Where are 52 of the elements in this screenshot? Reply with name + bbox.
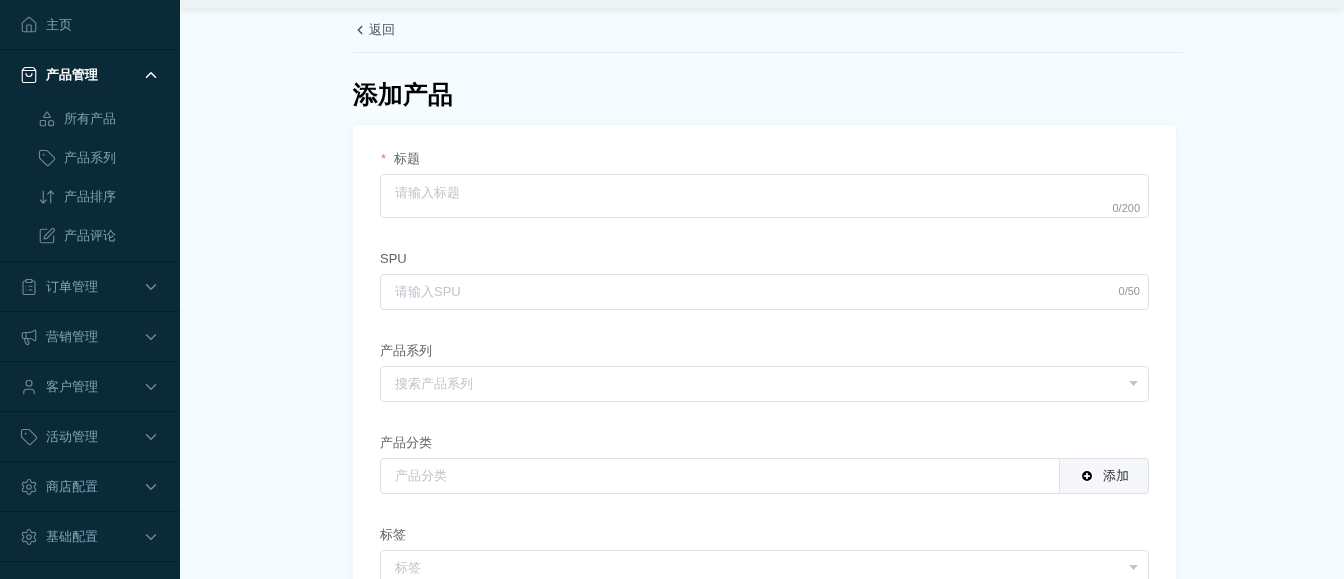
- required-mark: *: [380, 149, 387, 168]
- sidebar-item[interactable]: 主页: [0, 0, 180, 49]
- field-label: 产品系列: [380, 341, 432, 360]
- submenu-label: 产品系列: [64, 148, 116, 167]
- sidebar-item[interactable]: 订单管理: [0, 262, 180, 311]
- dropdown-caret-icon: [1129, 565, 1138, 570]
- plus-circle-icon: [1079, 468, 1094, 483]
- field-label: 标题: [394, 149, 421, 168]
- sidebar-label: 商店配置: [46, 477, 99, 496]
- settings-icon: [20, 477, 38, 496]
- bag-icon: [20, 65, 38, 84]
- settings-icon: [20, 527, 38, 546]
- input-field[interactable]: 请输入SPU 0/50: [380, 273, 1149, 310]
- sidebar-item[interactable]: 活动管理: [0, 412, 180, 461]
- field-label: 产品分类: [380, 433, 432, 452]
- tag-icon: [38, 148, 56, 167]
- submenu-item[interactable]: 产品系列: [0, 138, 180, 177]
- add-button[interactable]: 添加: [1060, 457, 1149, 494]
- edit-icon: [38, 226, 56, 245]
- user-icon: [20, 377, 38, 396]
- field-label: 标签: [380, 525, 406, 544]
- clipboard-icon: [20, 277, 38, 296]
- sidebar-label: 活动管理: [46, 427, 99, 446]
- char-counter: 0/50: [1118, 284, 1140, 300]
- submenu-item[interactable]: 产品排序: [0, 177, 180, 216]
- shapes-icon: [38, 109, 56, 128]
- submenu-label: 产品评论: [64, 226, 116, 245]
- sidebar-label: 基础配置: [46, 527, 99, 546]
- tag-icon: [20, 427, 38, 446]
- title-textarea[interactable]: 请输入标题 0/200: [380, 173, 1149, 218]
- field-label: SPU: [380, 249, 407, 268]
- sidebar-item[interactable]: 商店配置: [0, 462, 180, 511]
- back-link[interactable]: 返回: [353, 20, 395, 40]
- home-icon: [20, 15, 38, 34]
- submenu-label: 所有产品: [64, 109, 116, 128]
- sidebar-label: 客户管理: [46, 377, 99, 396]
- sidebar-label: 订单管理: [46, 277, 99, 296]
- submenu-item[interactable]: 产品评论: [0, 216, 180, 255]
- sidebar-label: 产品管理: [46, 65, 99, 84]
- sidebar-item[interactable]: 产品管理: [0, 50, 180, 99]
- sidebar-label: 营销管理: [46, 327, 99, 346]
- char-counter: 0/200: [1112, 201, 1140, 216]
- sidebar-item[interactable]: 客户管理: [0, 362, 180, 411]
- sidebar-item[interactable]: 营销管理: [0, 312, 180, 361]
- dropdown-caret-icon: [1129, 381, 1138, 386]
- submenu-label: 产品排序: [64, 187, 116, 206]
- sidebar-label: 主页: [46, 15, 73, 34]
- submenu-item[interactable]: 所有产品: [0, 99, 180, 138]
- megaphone-icon: [20, 327, 38, 346]
- sort-icon: [38, 187, 56, 206]
- sidebar-item[interactable]: 基础配置: [0, 512, 180, 561]
- page-title: 添加产品: [353, 78, 454, 110]
